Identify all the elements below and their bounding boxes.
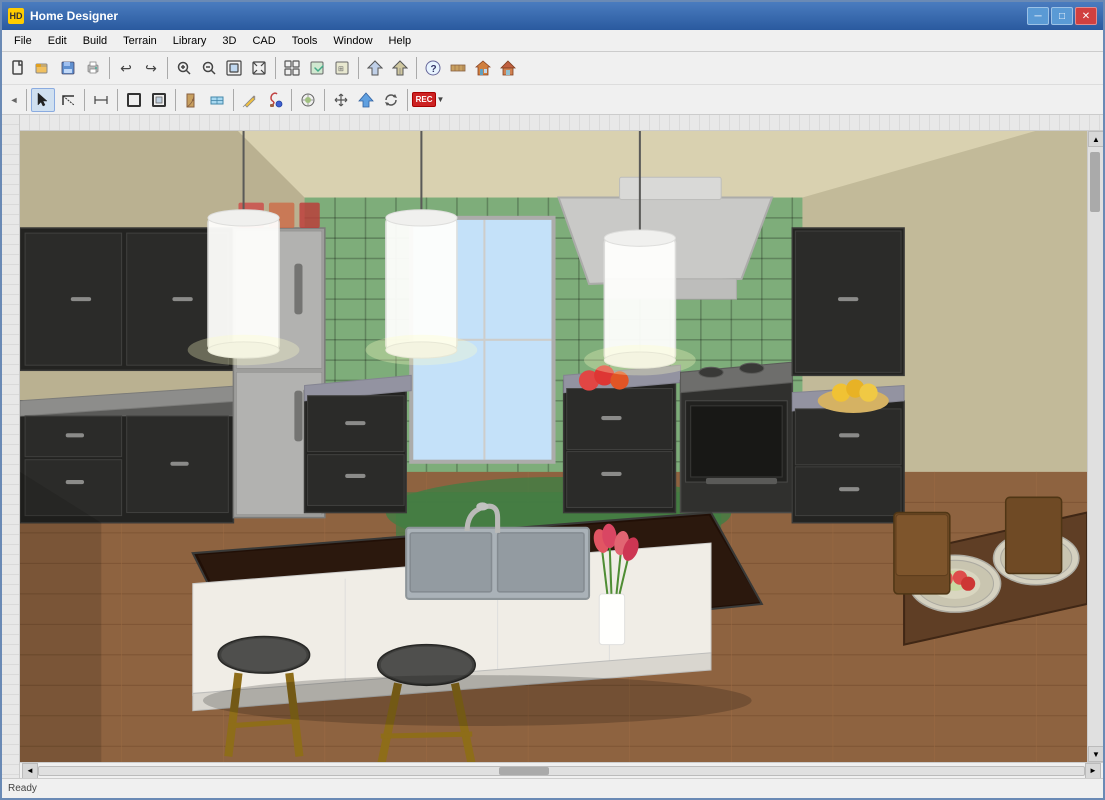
wall-tool[interactable] — [446, 56, 470, 80]
sep-t2-3 — [117, 89, 118, 111]
tool-c[interactable]: ⊞ — [330, 56, 354, 80]
line-tool[interactable] — [56, 88, 80, 112]
sep-t2-4 — [175, 89, 176, 111]
sep-1 — [109, 57, 110, 79]
scroll-down-button[interactable]: ▼ — [1088, 746, 1103, 762]
sep-t2-8 — [407, 89, 408, 111]
status-text: Ready — [8, 783, 37, 794]
vertical-scrollbar[interactable]: ▲ ▼ — [1087, 131, 1103, 762]
sep-t2-2 — [84, 89, 85, 111]
left-ruler — [2, 115, 20, 778]
redo-button[interactable]: ↪ — [139, 56, 163, 80]
title-bar: HD Home Designer ─ □ ✕ — [2, 2, 1103, 30]
sep-t2-7 — [324, 89, 325, 111]
print-button[interactable] — [81, 56, 105, 80]
undo-button[interactable]: ↩ — [114, 56, 138, 80]
top-ruler — [20, 115, 1103, 131]
window-tool[interactable] — [205, 88, 229, 112]
zoom-fit-button[interactable] — [222, 56, 246, 80]
svg-text:?: ? — [431, 64, 437, 75]
new-button[interactable] — [6, 56, 30, 80]
paint-tool[interactable] — [263, 88, 287, 112]
menu-tools[interactable]: Tools — [284, 31, 326, 51]
scrollbar-track-vertical[interactable] — [1088, 147, 1103, 746]
status-bar: Ready — [2, 778, 1103, 798]
up-arrow-tool[interactable] — [354, 88, 378, 112]
app-icon: HD — [8, 8, 24, 24]
maximize-button[interactable]: □ — [1051, 7, 1073, 25]
toolbar-1: ↩ ↪ — [2, 52, 1103, 84]
scrollbar-thumb-vertical[interactable] — [1090, 152, 1100, 212]
zoom-out-button[interactable] — [197, 56, 221, 80]
material-tool[interactable] — [296, 88, 320, 112]
menu-cad[interactable]: CAD — [244, 31, 283, 51]
sep-5 — [416, 57, 417, 79]
horizontal-scrollbar[interactable]: ◄ ► — [20, 762, 1103, 778]
sep-t2-1 — [26, 89, 27, 111]
sep-t2-6 — [291, 89, 292, 111]
svg-text:⊞: ⊞ — [338, 66, 344, 73]
toolbar-2: ◄ — [2, 84, 1103, 114]
minimize-button[interactable]: ─ — [1027, 7, 1049, 25]
help-button[interactable]: ? — [421, 56, 445, 80]
pan-tool[interactable] — [329, 88, 353, 112]
rotate-tool[interactable] — [379, 88, 403, 112]
wall-draw-tool[interactable] — [122, 88, 146, 112]
canvas-row: ▲ ▼ — [20, 131, 1103, 762]
open-button[interactable] — [31, 56, 55, 80]
tool-e[interactable] — [388, 56, 412, 80]
menu-terrain[interactable]: Terrain — [115, 31, 165, 51]
dimension-tool[interactable] — [89, 88, 113, 112]
scrollbar-thumb-horizontal[interactable] — [499, 767, 549, 775]
scroll-up-button[interactable]: ▲ — [1088, 131, 1103, 147]
select-tool[interactable] — [31, 88, 55, 112]
sep-t2-5 — [233, 89, 234, 111]
close-button[interactable]: ✕ — [1075, 7, 1097, 25]
menu-library[interactable]: Library — [165, 31, 215, 51]
canvas-viewport[interactable] — [20, 131, 1087, 762]
scrollbar-track-horizontal[interactable] — [38, 766, 1085, 776]
toolbar-container: ↩ ↪ — [2, 52, 1103, 115]
sep-4 — [358, 57, 359, 79]
scroll-left-button[interactable]: ◄ — [22, 763, 38, 779]
menu-help[interactable]: Help — [381, 31, 420, 51]
menu-window[interactable]: Window — [325, 31, 380, 51]
toolbar-scroll-left[interactable]: ◄ — [6, 88, 22, 112]
menu-build[interactable]: Build — [75, 31, 115, 51]
pencil-tool[interactable] — [238, 88, 262, 112]
menu-3d[interactable]: 3D — [214, 31, 244, 51]
main-content-area: ▲ ▼ ◄ ► — [2, 115, 1103, 778]
tool-b[interactable] — [305, 56, 329, 80]
house-exterior-tool[interactable] — [471, 56, 495, 80]
tool-d[interactable] — [363, 56, 387, 80]
house-roof-tool[interactable] — [496, 56, 520, 80]
save-button[interactable] — [56, 56, 80, 80]
window-title: Home Designer — [30, 9, 1027, 23]
sep-3 — [275, 57, 276, 79]
menu-edit[interactable]: Edit — [40, 31, 75, 51]
kitchen-scene-svg — [20, 131, 1087, 762]
zoom-in-button[interactable] — [172, 56, 196, 80]
interior-tool[interactable] — [147, 88, 171, 112]
window-controls: ─ □ ✕ — [1027, 7, 1097, 25]
zoom-extent-button[interactable] — [247, 56, 271, 80]
scroll-right-button[interactable]: ► — [1085, 763, 1101, 779]
main-window: HD Home Designer ─ □ ✕ File Edit Build T… — [0, 0, 1105, 800]
tool-a[interactable] — [280, 56, 304, 80]
rec-button[interactable]: REC ▼ — [412, 88, 444, 112]
menu-bar: File Edit Build Terrain Library 3D CAD T… — [2, 30, 1103, 52]
sep-2 — [167, 57, 168, 79]
menu-file[interactable]: File — [6, 31, 40, 51]
door-tool[interactable] — [180, 88, 204, 112]
